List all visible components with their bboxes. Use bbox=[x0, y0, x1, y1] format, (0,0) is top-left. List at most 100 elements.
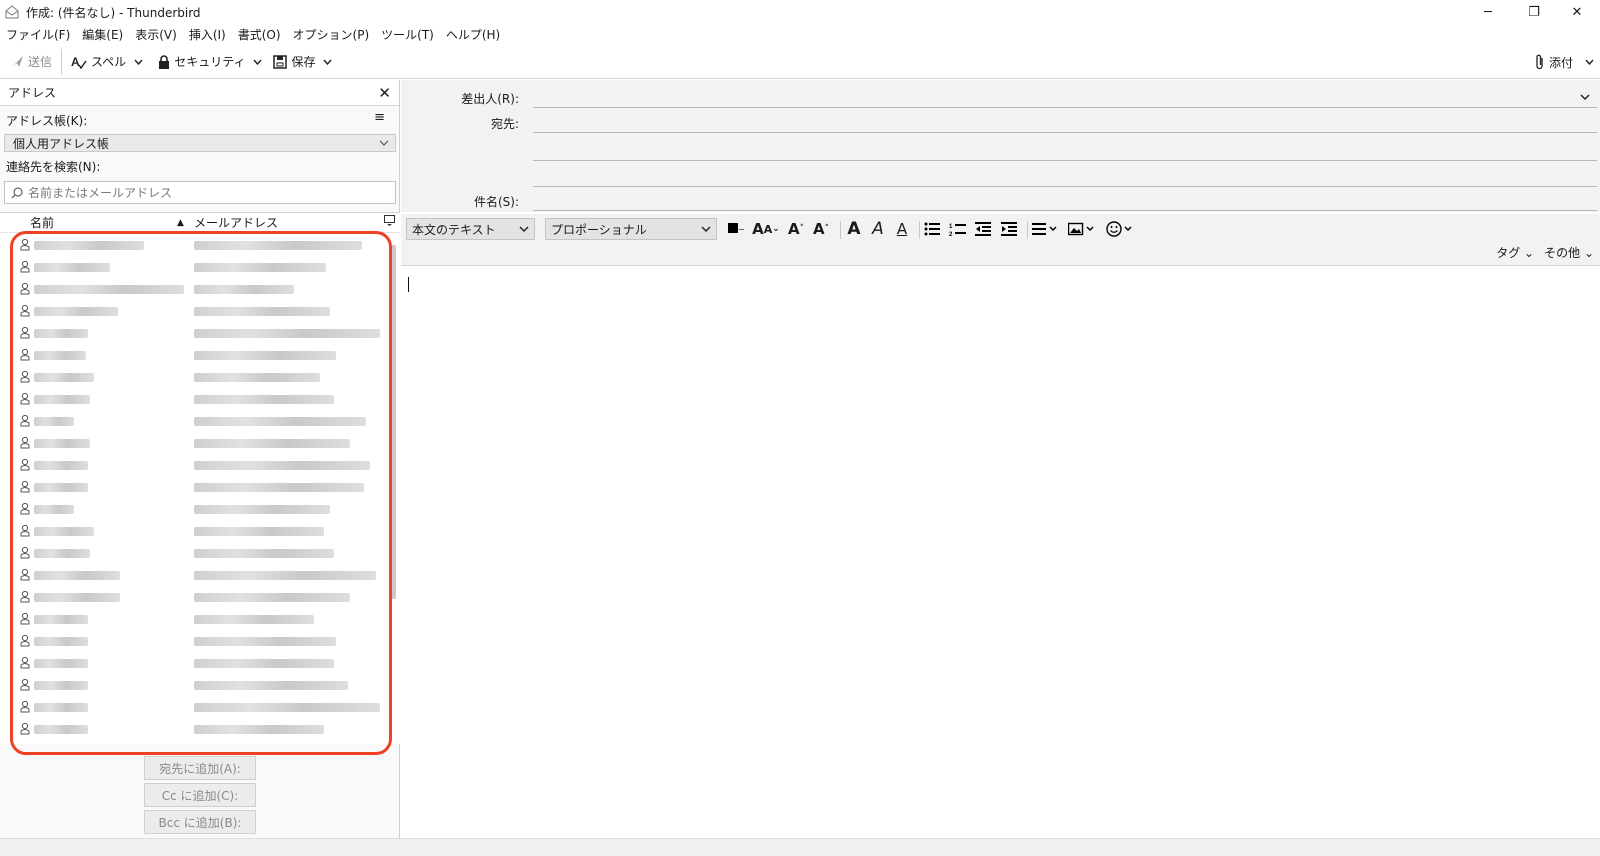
restore-button[interactable]: ❐ bbox=[1511, 0, 1557, 24]
person-icon bbox=[20, 722, 30, 738]
save-button[interactable]: 保存 bbox=[268, 49, 320, 75]
menu-insert[interactable]: 挿入(I) bbox=[183, 26, 232, 43]
recipient-field-3[interactable] bbox=[533, 186, 1597, 187]
security-label: セキュリティ bbox=[174, 55, 246, 69]
contact-list-scrollbar[interactable] bbox=[390, 245, 396, 599]
person-icon bbox=[20, 304, 30, 320]
contact-row[interactable] bbox=[0, 388, 384, 410]
contact-row[interactable] bbox=[0, 278, 384, 300]
font-size-icon[interactable]: A A ⌄ bbox=[751, 219, 781, 239]
contact-row[interactable] bbox=[0, 630, 384, 652]
security-button[interactable]: セキュリティ bbox=[153, 49, 250, 75]
subject-field[interactable] bbox=[533, 210, 1597, 211]
person-icon bbox=[20, 282, 30, 298]
contact-row[interactable] bbox=[0, 432, 384, 454]
contact-row[interactable] bbox=[0, 454, 384, 476]
add-bcc-button[interactable]: Bcc に追加(B): bbox=[144, 810, 256, 834]
person-icon bbox=[20, 260, 30, 276]
italic-icon[interactable]: A bbox=[869, 219, 887, 239]
sort-ascending-icon: ▲ bbox=[177, 217, 184, 228]
paragraph-format-value: 本文のテキスト bbox=[412, 222, 496, 237]
contact-row[interactable] bbox=[0, 256, 384, 278]
contact-row[interactable] bbox=[0, 608, 384, 630]
contact-row[interactable] bbox=[0, 564, 384, 586]
from-dropdown-icon[interactable] bbox=[1580, 90, 1590, 104]
message-body[interactable] bbox=[401, 267, 1600, 838]
person-icon bbox=[20, 414, 30, 430]
format-divider bbox=[840, 221, 841, 239]
contact-row[interactable] bbox=[0, 696, 384, 718]
contact-row[interactable] bbox=[0, 410, 384, 432]
chevron-down-icon bbox=[379, 136, 389, 150]
send-label: 送信 bbox=[28, 55, 53, 69]
menu-icon[interactable]: ≡ bbox=[374, 110, 385, 125]
contact-row[interactable] bbox=[0, 498, 384, 520]
save-icon bbox=[273, 54, 288, 69]
menu-edit[interactable]: 編集(E) bbox=[76, 26, 129, 43]
align-icon[interactable] bbox=[1031, 219, 1059, 239]
numbered-list-icon[interactable]: 12 bbox=[947, 219, 967, 239]
font-select[interactable]: プロポーショナル bbox=[545, 218, 717, 240]
contact-row[interactable] bbox=[0, 300, 384, 322]
column-name-header[interactable]: 名前 bbox=[30, 214, 54, 231]
send-button[interactable]: 送信 bbox=[6, 49, 57, 75]
tags-button[interactable]: タグ ⌄ bbox=[1496, 244, 1534, 261]
menu-tools[interactable]: ツール(T) bbox=[375, 26, 440, 43]
contact-row[interactable] bbox=[0, 542, 384, 564]
person-icon bbox=[20, 612, 30, 628]
lock-icon bbox=[158, 54, 170, 69]
close-window-button[interactable]: ✕ bbox=[1554, 0, 1600, 24]
search-label: 連絡先を検索(N): bbox=[6, 160, 101, 174]
column-email-header[interactable]: メールアドレス bbox=[194, 214, 278, 231]
contact-row[interactable] bbox=[0, 322, 384, 344]
tag-bar: タグ ⌄ その他 ⌄ bbox=[1496, 244, 1594, 261]
menu-options[interactable]: オプション(P) bbox=[287, 26, 376, 43]
bulleted-list-icon[interactable] bbox=[923, 219, 941, 239]
contact-row[interactable] bbox=[0, 476, 384, 498]
addressbook-label: アドレス帳(K): bbox=[6, 114, 88, 128]
indent-icon[interactable] bbox=[999, 219, 1019, 239]
contact-row[interactable] bbox=[0, 652, 384, 674]
add-cc-button[interactable]: Cc に追加(C): bbox=[144, 783, 256, 807]
attach-button[interactable]: 添付 bbox=[1530, 49, 1578, 75]
smaller-text-icon[interactable]: A ˅ bbox=[787, 219, 805, 239]
emoji-icon[interactable] bbox=[1105, 219, 1135, 239]
contact-row[interactable] bbox=[0, 674, 384, 696]
to-label: 宛先: bbox=[490, 117, 519, 131]
menu-format[interactable]: 書式(O) bbox=[232, 26, 287, 43]
contact-row[interactable] bbox=[0, 234, 384, 256]
contact-row[interactable] bbox=[0, 344, 384, 366]
insert-image-icon[interactable] bbox=[1067, 219, 1097, 239]
contact-row[interactable] bbox=[0, 520, 384, 542]
contact-search-input[interactable]: 名前またはメールアドレス bbox=[4, 181, 396, 204]
minimize-button[interactable]: ─ bbox=[1465, 0, 1511, 24]
other-button[interactable]: その他 ⌄ bbox=[1544, 244, 1594, 261]
attach-dropdown[interactable] bbox=[1582, 49, 1596, 75]
security-dropdown[interactable] bbox=[250, 49, 264, 75]
contact-row[interactable] bbox=[0, 366, 384, 388]
menu-file[interactable]: ファイル(F) bbox=[0, 26, 76, 43]
text-color-icon[interactable] bbox=[725, 219, 747, 239]
from-field[interactable] bbox=[533, 107, 1597, 108]
column-picker-icon[interactable] bbox=[384, 215, 395, 229]
tags-label: タグ bbox=[1496, 246, 1521, 260]
paperclip-icon bbox=[1535, 54, 1545, 70]
contact-row[interactable] bbox=[0, 586, 384, 608]
paragraph-format-select[interactable]: 本文のテキスト bbox=[406, 218, 535, 240]
larger-text-icon[interactable]: A ˄ bbox=[811, 219, 831, 239]
bold-icon[interactable]: A bbox=[845, 219, 863, 239]
outdent-icon[interactable] bbox=[973, 219, 993, 239]
person-icon bbox=[20, 634, 30, 650]
addressbook-select[interactable]: 個人用アドレス帳 bbox=[4, 134, 396, 152]
contact-row[interactable] bbox=[0, 718, 384, 740]
underline-icon[interactable]: A bbox=[893, 219, 911, 239]
menu-help[interactable]: ヘルプ(H) bbox=[440, 26, 506, 43]
recipient-field-2[interactable] bbox=[533, 160, 1597, 161]
close-sidebar-icon[interactable]: ✕ bbox=[378, 84, 391, 102]
spell-dropdown[interactable] bbox=[131, 49, 145, 75]
spell-button[interactable]: A スペル bbox=[66, 49, 131, 75]
menu-view[interactable]: 表示(V) bbox=[129, 26, 183, 43]
to-field[interactable] bbox=[533, 132, 1597, 133]
save-dropdown[interactable] bbox=[320, 49, 334, 75]
add-to-button[interactable]: 宛先に追加(A): bbox=[144, 756, 256, 780]
